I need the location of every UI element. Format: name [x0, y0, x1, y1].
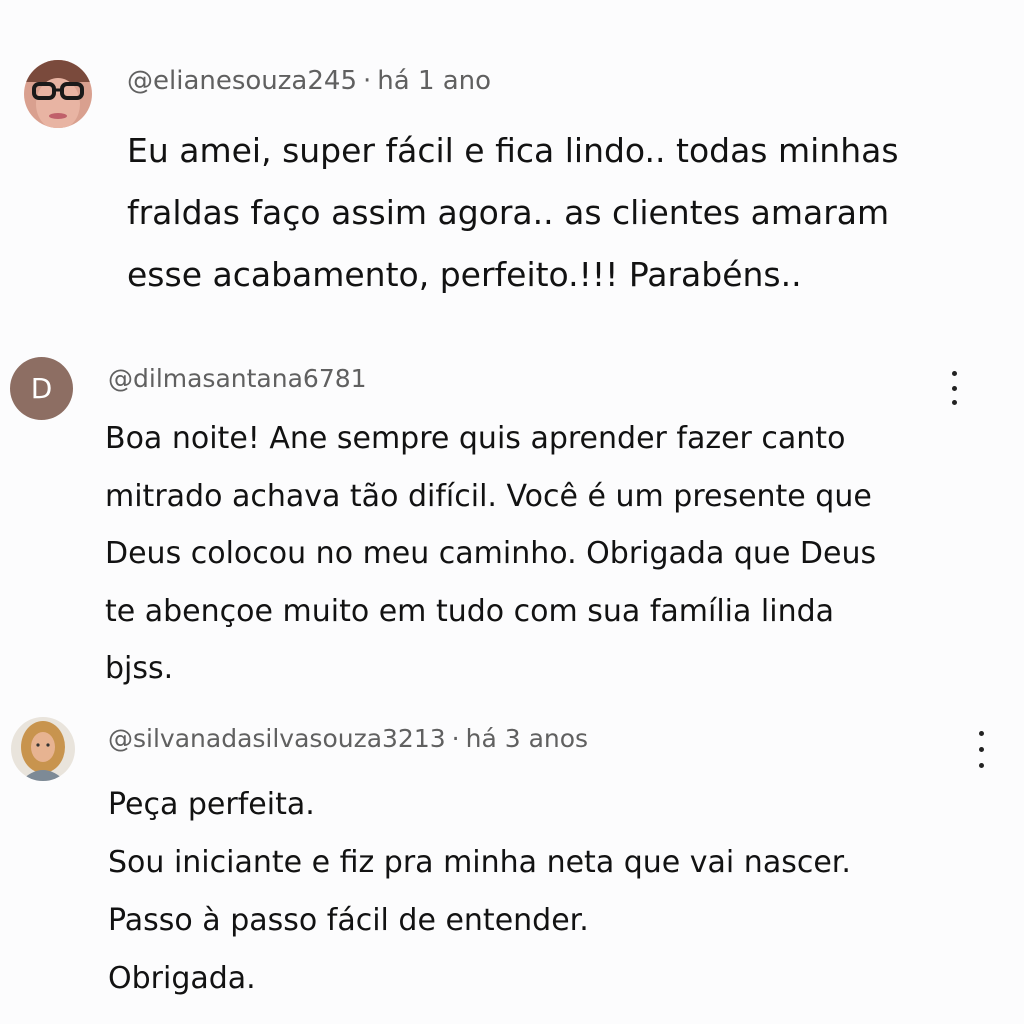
comment-text-line: Boa noite! Ane sempre quis aprender faze…: [105, 421, 846, 456]
comment-text: Eu amei, super fácil e fica lindo.. toda…: [127, 120, 899, 306]
user-photo-avatar-icon: [11, 717, 75, 781]
comment-text: Peça perfeita. Sou iniciante e fiz pra m…: [108, 776, 851, 1008]
user-avatar[interactable]: [11, 717, 75, 781]
comment-text-line: bjss.: [105, 651, 174, 686]
comment-text-line: fraldas faço assim agora.. as clientes a…: [127, 193, 890, 232]
user-avatar[interactable]: D: [10, 357, 73, 420]
comment-text-line: Sou iniciante e fiz pra minha neta que v…: [108, 845, 851, 880]
comment-username[interactable]: @dilmasantana6781: [108, 364, 367, 393]
comment-username[interactable]: @silvanadasilvasouza3213: [108, 724, 446, 753]
comment-timestamp[interactable]: há 1 ano: [377, 66, 491, 96]
comment-text-line: mitrado achava tão difícil. Você é um pr…: [105, 478, 872, 514]
comment-username[interactable]: @elianesouza245: [127, 66, 357, 96]
comment-text-line: te abençoe muito em tudo com sua família…: [105, 593, 835, 629]
meta-separator: ·: [451, 724, 460, 753]
avatar-letter: D: [30, 372, 53, 405]
comment-text-line: esse acabamento, perfeito.!!! Parabéns..: [127, 255, 802, 294]
comment-meta: @silvanadasilvasouza3213 · há 3 anos: [108, 724, 588, 753]
comment-meta: @elianesouza245 · há 1 ano: [127, 66, 491, 96]
comment-text-line: Eu amei, super fácil e fica lindo.. toda…: [127, 131, 899, 170]
comment-text-line: Obrigada.: [108, 961, 256, 996]
comment-text: Boa noite! Ane sempre quis aprender faze…: [105, 410, 876, 698]
more-vertical-icon[interactable]: [969, 731, 993, 768]
user-avatar[interactable]: [24, 60, 92, 128]
comment-text-line: Passo à passo fácil de entender.: [108, 903, 589, 938]
more-vertical-icon[interactable]: [942, 371, 966, 405]
meta-separator: ·: [363, 66, 372, 96]
user-photo-avatar-icon: [24, 60, 92, 128]
comment-meta: @dilmasantana6781: [108, 364, 367, 393]
comment-timestamp[interactable]: há 3 anos: [466, 724, 588, 753]
comment-text-line: Peça perfeita.: [108, 787, 315, 822]
comment-text-line: Deus colocou no meu caminho. Obrigada qu…: [105, 536, 877, 571]
